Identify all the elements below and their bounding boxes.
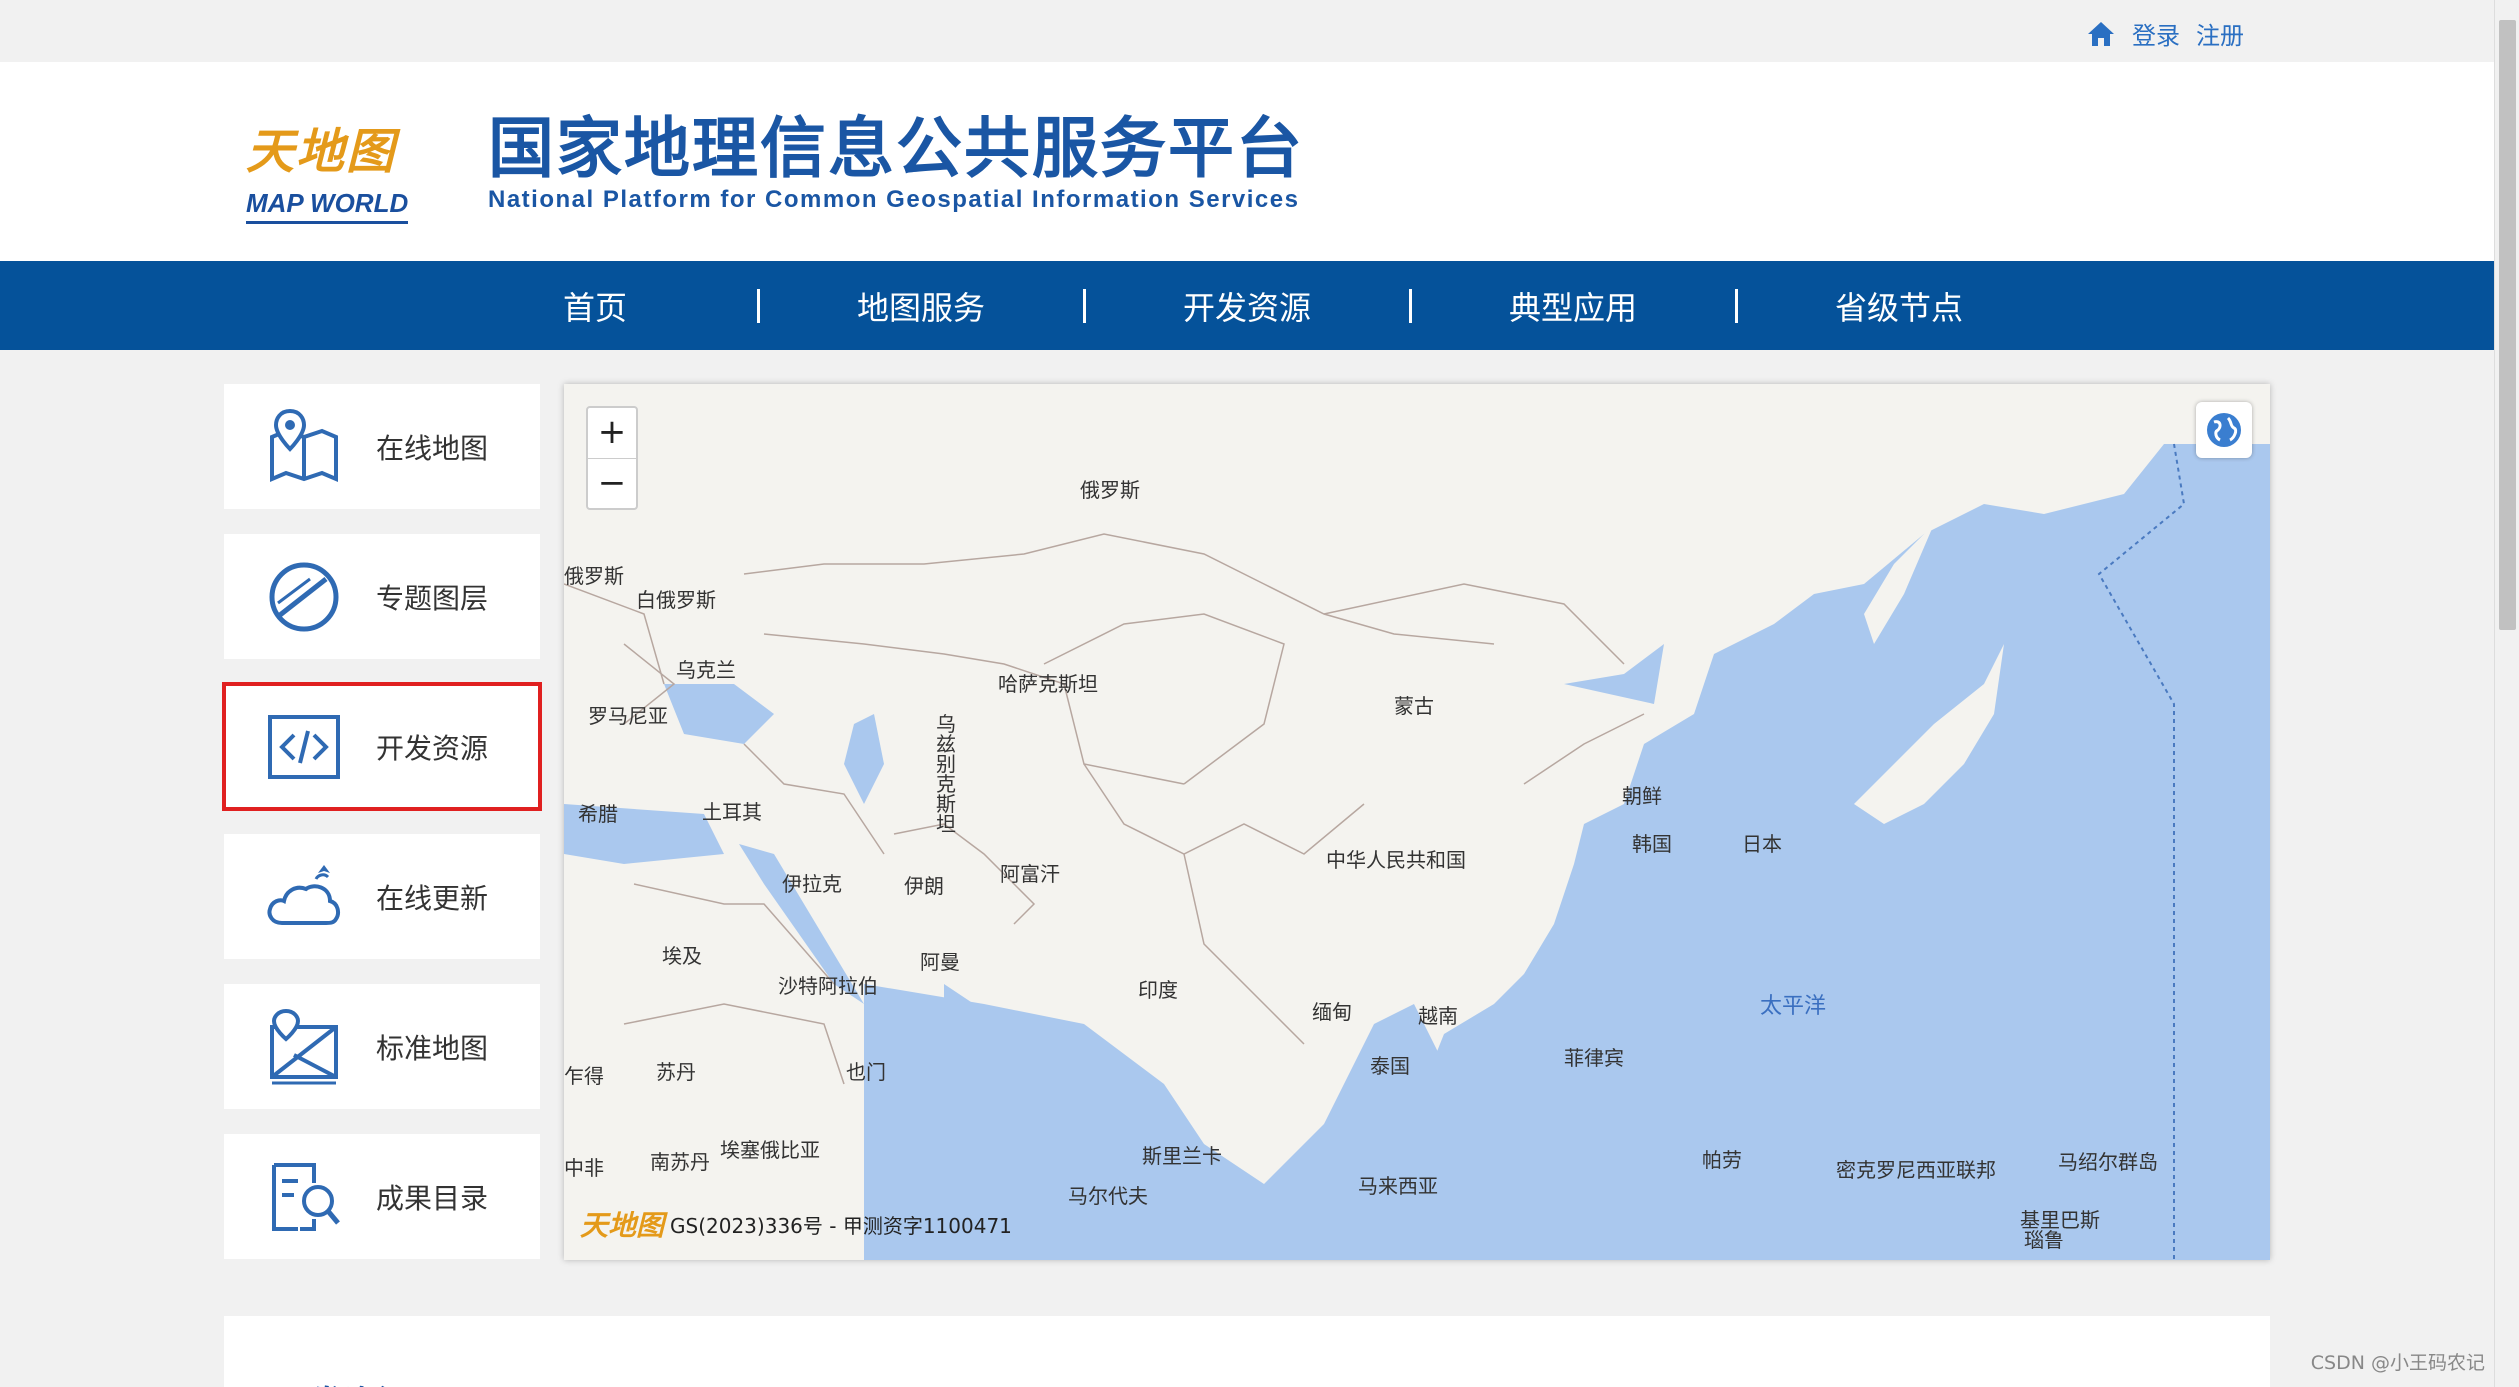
logo-english-text: MAP WORLD: [246, 188, 409, 224]
map-label-mongolia: 蒙古: [1394, 694, 1434, 718]
map-label-iraq: 伊拉克: [782, 872, 842, 896]
map-label-myanmar: 缅甸: [1312, 1000, 1352, 1024]
nav-item-applications[interactable]: 典型应用: [1412, 283, 1735, 329]
map-basemap[interactable]: [564, 384, 2270, 1260]
map-label-china: 中华人民共和国: [1326, 848, 1466, 872]
home-icon[interactable]: [2086, 20, 2116, 48]
sidebar-item-label: 在线地图: [376, 431, 489, 465]
panel-heading: 开发资源: [276, 1376, 412, 1387]
sidebar-item-standard-map[interactable]: 标准地图: [224, 984, 540, 1109]
site-title-english: National Platform for Common Geospatial …: [488, 186, 1300, 213]
sidebar-item-online-map[interactable]: 在线地图: [224, 384, 540, 509]
site-header: 天地图 MAP WORLD 国家地理信息公共服务平台 National Plat…: [0, 62, 2494, 261]
map-label-egypt: 埃及: [662, 944, 702, 968]
map-label-car: 中非: [564, 1156, 604, 1180]
zoom-control: + −: [586, 406, 638, 510]
standard-map-icon: [270, 1008, 338, 1084]
map-label-belarus: 白俄罗斯: [636, 588, 716, 612]
map-label-turkey: 土耳其: [702, 800, 762, 824]
map-label-ukraine: 乌克兰: [676, 658, 736, 682]
map-label-ethiopia: 埃塞俄比亚: [720, 1138, 820, 1162]
map-label-iran: 伊朗: [904, 874, 944, 898]
map-label-vietnam: 越南: [1418, 1004, 1458, 1028]
map-label-saudi: 沙特阿拉伯: [778, 974, 878, 998]
nav-item-home[interactable]: 首页: [434, 283, 757, 329]
site-title-chinese: 国家地理信息公共服务平台: [488, 110, 1304, 187]
map-label-greece: 希腊: [578, 802, 618, 826]
map-label-pacific: 太平洋: [1760, 994, 1827, 1019]
map-label-kazakhstan: 哈萨克斯坦: [998, 672, 1098, 696]
register-link[interactable]: 注册: [2196, 16, 2244, 51]
map-attribution: 天地图 GS(2023)336号 - 甲测资字1100471: [580, 1204, 1012, 1244]
sidebar-item-catalog[interactable]: 成果目录: [224, 1134, 540, 1259]
map-label-maldives: 马尔代夫: [1068, 1184, 1148, 1208]
sidebar-item-dev-resources[interactable]: 开发资源: [222, 682, 542, 811]
map-label-russia-west: 俄罗斯: [564, 564, 624, 588]
map-label-malaysia: 马来西亚: [1358, 1174, 1438, 1198]
page-scrollbar[interactable]: [2494, 0, 2519, 1387]
map-label-nauru: 瑙鲁: [2024, 1228, 2064, 1252]
map-label-japan: 日本: [1742, 832, 1782, 856]
sidebar-item-label: 标准地图: [376, 1031, 489, 1065]
map-attribution-logo: 天地图: [580, 1209, 665, 1242]
map-label-south-korea: 韩国: [1632, 832, 1672, 856]
main-nav: 首页 地图服务 开发资源 典型应用 省级节点: [0, 261, 2494, 350]
scrollbar-thumb[interactable]: [2499, 20, 2516, 630]
map-license-text: GS(2023)336号 - 甲测资字1100471: [670, 1213, 1012, 1238]
sidebar-item-online-update[interactable]: 在线更新: [224, 834, 540, 959]
map-label-srilanka: 斯里兰卡: [1142, 1144, 1222, 1168]
map-pin-icon: [270, 408, 338, 482]
nav-item-dev-resources[interactable]: 开发资源: [1086, 283, 1409, 329]
catalog-icon: [272, 1162, 340, 1231]
dev-resources-panel: 开发资源: [224, 1316, 2270, 1387]
globe-toggle-button[interactable]: [2196, 402, 2252, 458]
globe-icon: [2207, 413, 2241, 447]
map-label-thailand: 泰国: [1370, 1054, 1410, 1078]
map-label-oman: 阿曼: [920, 950, 960, 974]
csdn-watermark: CSDN @小王码农记: [2310, 1352, 2485, 1374]
map-label-micronesia: 密克罗尼西亚联邦: [1836, 1158, 1996, 1182]
map-label-afghanistan: 阿富汗: [1000, 862, 1060, 886]
sidebar-item-label: 开发资源: [376, 731, 489, 765]
login-link[interactable]: 登录: [2132, 16, 2180, 51]
logo-chinese-text: 天地图: [246, 124, 397, 180]
tianditu-logo[interactable]: 天地图 MAP WORLD: [246, 112, 428, 224]
map-label-south-sudan: 南苏丹: [650, 1150, 710, 1174]
code-icon: [268, 714, 340, 779]
map-label-india: 印度: [1138, 978, 1178, 1002]
top-utility-bar: 登录 注册: [0, 0, 2494, 62]
sidebar-item-label: 成果目录: [376, 1181, 489, 1215]
zoom-out-button[interactable]: −: [588, 458, 636, 508]
site-title: 国家地理信息公共服务平台 National Platform for Commo…: [488, 110, 1304, 214]
account-links: 登录 注册: [2086, 16, 2244, 51]
nav-item-provincial-nodes[interactable]: 省级节点: [1738, 283, 2061, 329]
map-label-sudan: 苏丹: [656, 1060, 696, 1084]
sidebar-item-label: 在线更新: [376, 881, 489, 915]
map-viewer[interactable]: + − 俄罗斯 俄罗斯 白俄罗斯 乌克兰 罗马尼亚 哈萨克斯坦 蒙古 乌兹别克斯…: [564, 384, 2270, 1260]
map-label-yemen: 也门: [846, 1060, 886, 1084]
map-label-palau: 帕劳: [1702, 1148, 1742, 1172]
map-label-marshall: 马绍尔群岛: [2058, 1150, 2158, 1174]
map-label-uzbekistan: 乌兹别克斯坦: [936, 712, 956, 836]
nav-item-map-services[interactable]: 地图服务: [760, 283, 1083, 329]
sidebar-item-thematic-layers[interactable]: 专题图层: [224, 534, 540, 659]
map-label-philippines: 菲律宾: [1564, 1046, 1624, 1070]
sidebar-item-label: 专题图层: [376, 581, 489, 615]
map-label-chad: 乍得: [564, 1064, 604, 1088]
zoom-in-button[interactable]: +: [588, 408, 636, 458]
layers-icon: [269, 562, 339, 631]
cloud-update-icon: [267, 864, 340, 925]
map-label-north-korea: 朝鲜: [1622, 784, 1662, 808]
map-label-romania: 罗马尼亚: [588, 704, 668, 728]
map-label-russia: 俄罗斯: [1080, 478, 1140, 502]
